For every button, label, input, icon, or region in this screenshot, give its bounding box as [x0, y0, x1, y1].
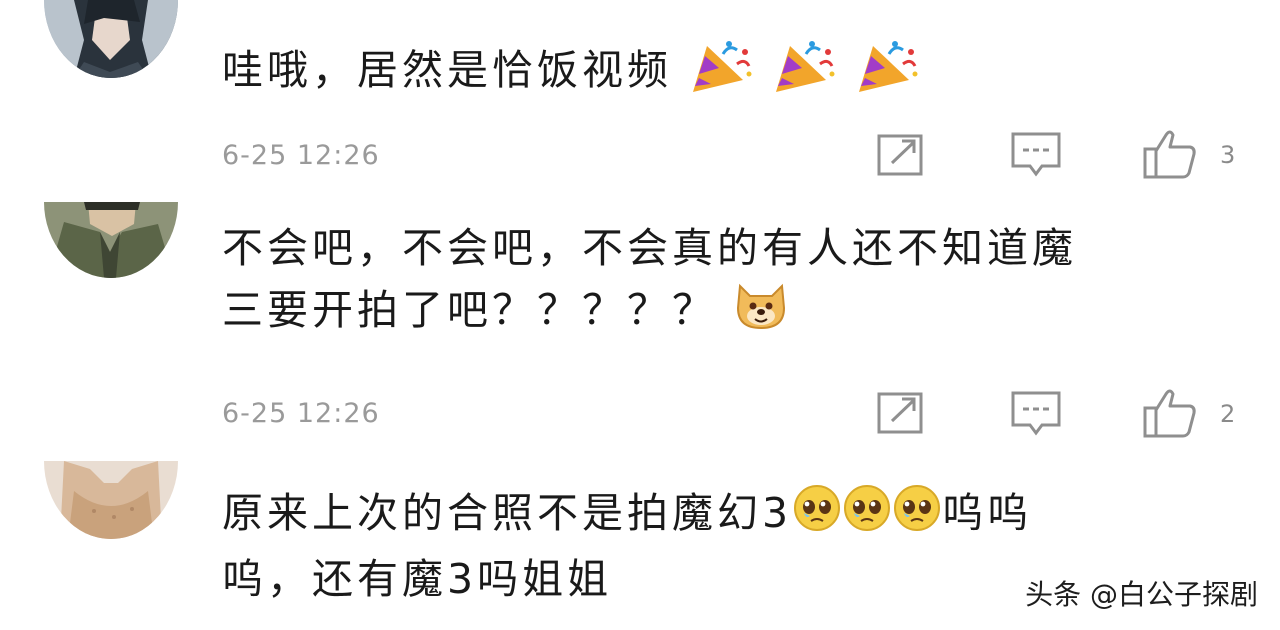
comment-text: 不会吧，不会吧，不会真的有人还不知道魔 三要开拍了吧？？？？？	[222, 218, 1252, 348]
comment-text-line-2-content: 三要开拍了吧？？？？？	[222, 286, 717, 334]
like-icon[interactable]	[1142, 127, 1198, 185]
avatar-image	[44, 461, 178, 539]
comment-timestamp: 6-25 12:26	[222, 140, 380, 171]
comment-text-line-1: 原来上次的合照不是拍魔幻3 呜呜	[222, 483, 1252, 549]
party-popper-icon	[855, 34, 921, 112]
comment-text-line-1-tail: 呜呜	[942, 489, 1033, 537]
comment-text-line-1: 不会吧，不会吧，不会真的有人还不知道魔	[222, 224, 1077, 272]
reply-comment-icon[interactable]	[1010, 389, 1062, 443]
comment-timestamp: 6-25 12:26	[222, 398, 380, 429]
avatar[interactable]	[44, 0, 178, 78]
party-popper-icon	[689, 34, 755, 112]
doge-icon	[734, 278, 788, 348]
watermark: 头条 @白公子探剧	[1025, 578, 1258, 611]
avatar[interactable]	[44, 461, 178, 539]
like-count: 2	[1220, 400, 1236, 428]
party-popper-icon	[772, 34, 838, 112]
comment-text-line-2: 三要开拍了吧？？？？？	[222, 278, 1252, 348]
pleading-face-icon	[842, 483, 892, 549]
comment-text: 哇哦，居然是恰饭视频	[222, 34, 1252, 112]
pleading-face-icon	[892, 483, 942, 549]
avatar-image	[44, 202, 178, 278]
like-icon[interactable]	[1142, 386, 1198, 444]
share-icon[interactable]	[876, 132, 926, 182]
comment-text-line-1-content: 原来上次的合照不是拍魔幻3	[222, 489, 793, 537]
reply-comment-icon[interactable]	[1010, 130, 1062, 184]
comment-text-content: 哇哦，居然是恰饭视频	[222, 46, 672, 94]
avatar[interactable]	[44, 202, 178, 278]
like-count: 3	[1220, 141, 1236, 169]
avatar-image	[44, 0, 178, 78]
share-icon[interactable]	[876, 390, 926, 440]
pleading-face-icon	[792, 483, 842, 549]
